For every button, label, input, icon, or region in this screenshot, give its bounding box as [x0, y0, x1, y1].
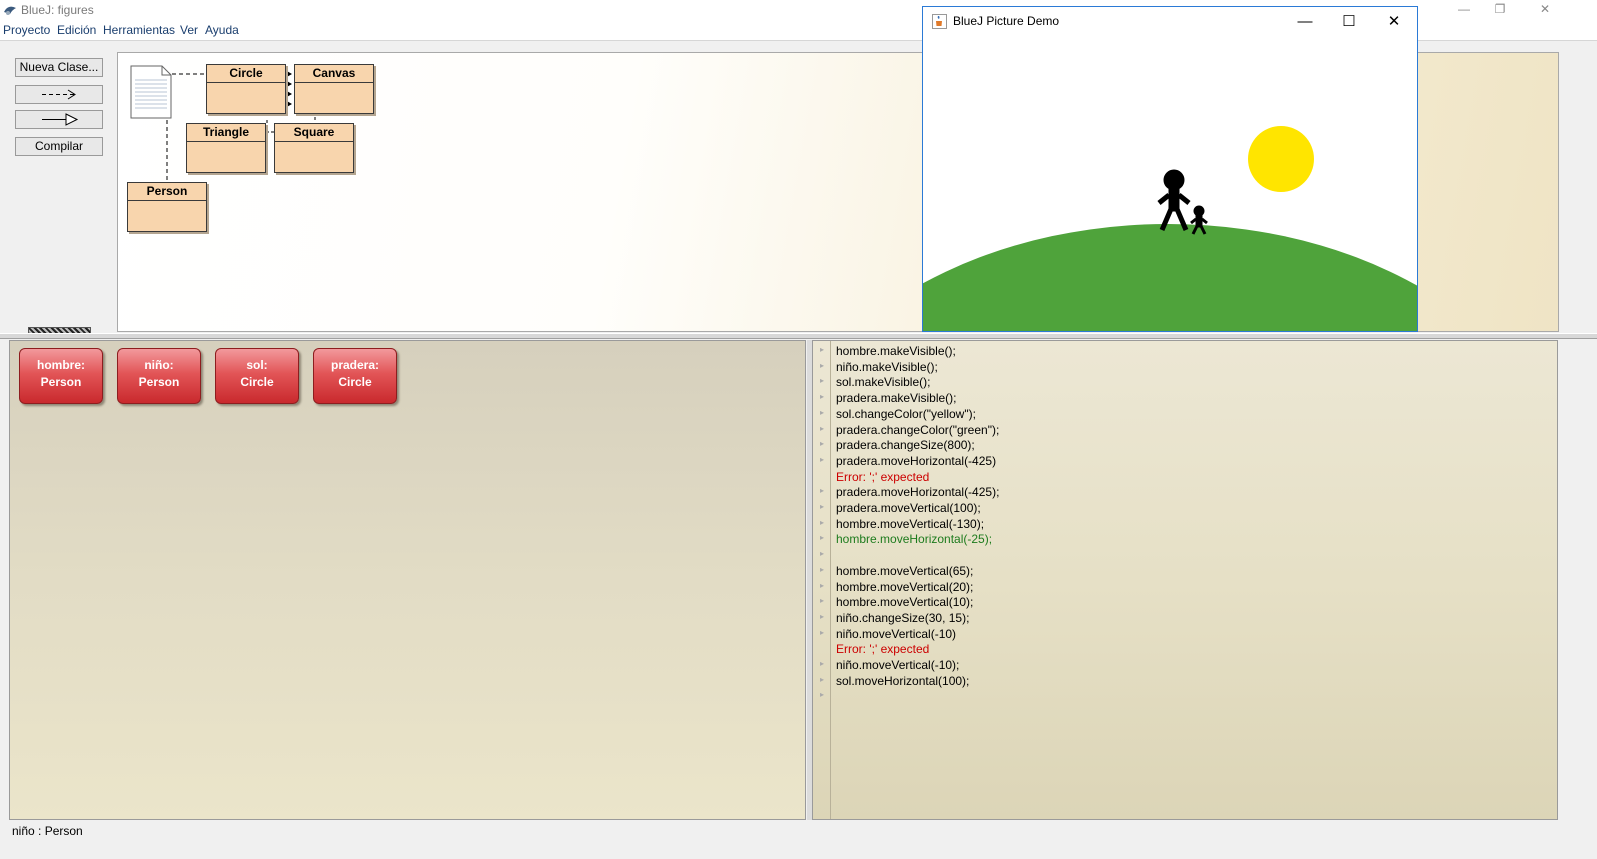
- object-pradera-type: Circle: [338, 375, 372, 389]
- code-gutter-marker: ▸: [820, 549, 825, 559]
- code-line: hombre.moveVertical(-130);: [836, 516, 985, 531]
- code-line: pradera.changeSize(800);: [836, 438, 975, 453]
- status-text: niño : Person: [12, 824, 83, 838]
- code-error-line: Error: ';' expected: [836, 642, 930, 657]
- code-gutter-marker: ▸: [820, 611, 825, 621]
- object-sol-name: sol:: [246, 358, 268, 372]
- picture-minimize-button[interactable]: —: [1283, 9, 1327, 35]
- code-line: pradera.moveHorizontal(-425): [836, 453, 997, 468]
- menu-ver[interactable]: Ver: [180, 23, 198, 37]
- code-gutter-marker: ▸: [820, 596, 825, 606]
- restore-button[interactable]: ❐: [1478, 0, 1522, 20]
- class-triangle[interactable]: Triangle: [186, 123, 266, 173]
- picture-maximize-button[interactable]: ☐: [1327, 9, 1371, 35]
- code-line: niño.moveVertical(-10): [836, 626, 957, 641]
- code-line: pradera.makeVisible();: [836, 391, 957, 406]
- object-nino-name: niño:: [144, 358, 174, 372]
- code-gutter-marker: ▸: [820, 360, 825, 370]
- picture-demo-window[interactable]: BlueJ Picture Demo — ☐ ✕: [922, 6, 1418, 332]
- inherits-arrow-button[interactable]: [15, 110, 103, 129]
- code-error-line: Error: ';' expected: [836, 469, 930, 484]
- code-line: hombre.moveVertical(20);: [836, 579, 974, 594]
- class-square-name: Square: [275, 124, 353, 142]
- code-gutter-marker: ▸: [820, 517, 825, 527]
- code-gutter-marker: ▸: [820, 659, 825, 668]
- class-triangle-name: Triangle: [187, 124, 265, 142]
- compile-button[interactable]: Compilar: [15, 137, 103, 156]
- class-canvas-name: Canvas: [295, 65, 373, 83]
- bottom-strip: [0, 839, 1597, 859]
- object-sol[interactable]: sol: Circle: [215, 348, 299, 404]
- code-line: hombre.moveVertical(65);: [836, 563, 974, 578]
- code-line: hombre.moveVertical(10);: [836, 595, 974, 610]
- dashed-arrow-icon: [42, 89, 76, 100]
- code-line: pradera.moveHorizontal(-425);: [836, 485, 1000, 500]
- code-gutter-marker: ▸: [820, 439, 825, 449]
- code-line: niño.changeSize(30, 15);: [836, 610, 970, 625]
- horizontal-splitter[interactable]: [0, 333, 1597, 339]
- code-gutter-marker: ▸: [820, 533, 825, 543]
- inheritance-arrow-icon: [42, 113, 79, 126]
- sun: [1248, 126, 1314, 192]
- code-gutter-marker: ▸: [820, 392, 825, 402]
- code-gutter-marker: ▸: [820, 486, 825, 496]
- object-nino[interactable]: niño: Person: [117, 348, 201, 404]
- code-line: pradera.changeColor("green");: [836, 422, 1000, 437]
- code-line: pradera.moveVertical(100);: [836, 501, 981, 515]
- class-canvas[interactable]: Canvas: [294, 64, 374, 114]
- menu-ayuda[interactable]: Ayuda: [205, 23, 239, 37]
- uses-arrow-button[interactable]: [15, 85, 103, 104]
- object-sol-type: Circle: [240, 375, 274, 389]
- code-gutter-marker: ▸: [820, 564, 825, 574]
- class-circle-name: Circle: [207, 65, 285, 83]
- code-line: sol.moveHorizontal(100);: [836, 673, 970, 688]
- code-gutter-marker: ▸: [820, 423, 825, 433]
- code-gutter-marker: ▸: [820, 454, 825, 464]
- code-line: sol.makeVisible();: [836, 375, 931, 390]
- code-gutter-marker: ▸: [820, 580, 825, 590]
- code-line: niño.makeVisible();: [836, 359, 938, 374]
- picture-close-button[interactable]: ✕: [1372, 9, 1416, 35]
- object-hombre-type: Person: [40, 375, 82, 389]
- window-title: BlueJ: figures: [21, 3, 94, 17]
- class-circle[interactable]: Circle: [206, 64, 286, 114]
- new-class-button[interactable]: Nueva Clase...: [15, 58, 103, 77]
- code-gutter-marker: ▸: [820, 627, 825, 637]
- code-line: hombre.moveHorizontal(-25);: [836, 532, 993, 547]
- code-line: sol.changeColor("yellow");: [836, 406, 976, 421]
- menu-proyecto[interactable]: Proyecto: [3, 23, 50, 37]
- code-gutter-marker: ▸: [820, 407, 825, 417]
- object-pradera-name: pradera:: [330, 358, 380, 372]
- object-hombre[interactable]: hombre: Person: [19, 348, 103, 404]
- code-line: niño.moveVertical(-10);: [836, 658, 960, 672]
- object-nino-type: Person: [138, 375, 180, 389]
- class-person-name: Person: [128, 183, 206, 201]
- bluej-app-icon: [4, 6, 16, 15]
- picture-canvas: [923, 37, 1417, 331]
- readme-document-icon[interactable]: [130, 65, 172, 119]
- code-gutter-marker: ▸: [820, 345, 825, 354]
- java-cup-icon: [932, 14, 947, 29]
- picture-window-title: BlueJ Picture Demo: [953, 14, 1060, 28]
- code-line: hombre.makeVisible();: [836, 344, 956, 358]
- object-bench: [9, 340, 806, 820]
- class-square[interactable]: Square: [274, 123, 354, 173]
- code-gutter-marker: ▸: [820, 690, 825, 700]
- code-gutter-marker: ▸: [820, 376, 825, 386]
- close-button[interactable]: ✕: [1523, 0, 1567, 20]
- menu-edicion[interactable]: Edición: [57, 23, 96, 37]
- code-gutter-marker: ▸: [820, 502, 825, 511]
- class-person[interactable]: Person: [127, 182, 207, 232]
- menu-herramientas[interactable]: Herramientas: [103, 23, 175, 37]
- code-gutter-marker: ▸: [820, 674, 825, 684]
- object-pradera[interactable]: pradera: Circle: [313, 348, 397, 404]
- object-hombre-name: hombre:: [37, 358, 85, 372]
